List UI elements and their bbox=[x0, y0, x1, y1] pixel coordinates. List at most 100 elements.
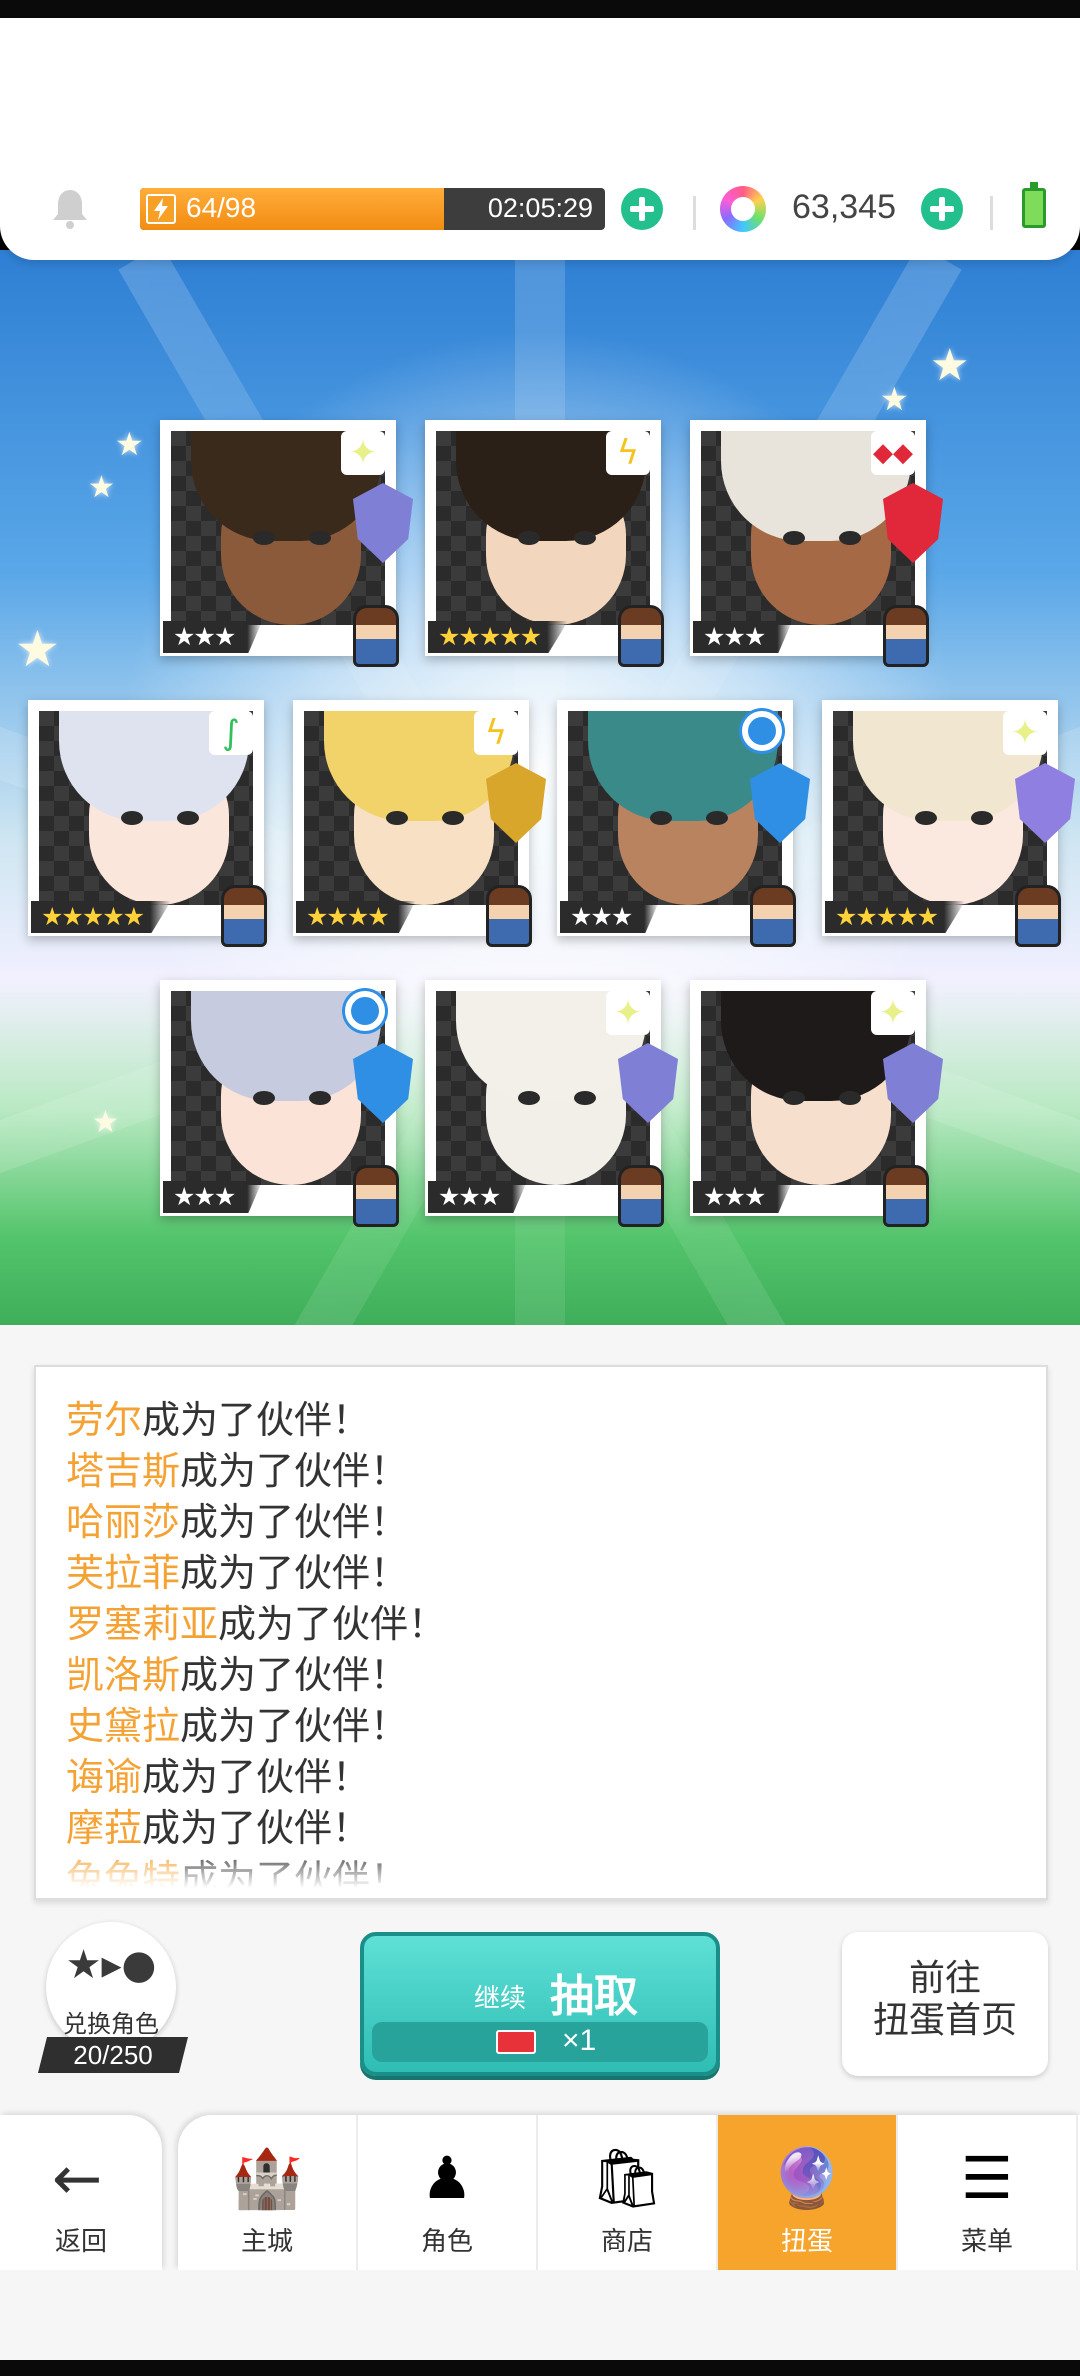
rarity-stars: ★★★ bbox=[560, 901, 660, 933]
gacha-result-area: ★ ★ ★ ★ ★ ★ ✦ ★★★ ϟ ★★★★★ ◆◆ ★★★ ∫ ★★★★★ ϟ ★★★★ ★★… bbox=[0, 250, 1080, 1325]
tab-label: 菜单 bbox=[960, 2227, 1013, 2257]
pixel-sprite bbox=[618, 1165, 664, 1227]
water-element-icon bbox=[345, 991, 385, 1031]
pixel-sprite bbox=[221, 885, 267, 947]
exchange-label: 兑换角色 bbox=[63, 2010, 159, 2038]
log-text: 成为了伙伴！ bbox=[180, 1500, 409, 1544]
bell-icon[interactable] bbox=[48, 186, 92, 230]
log-text: 成为了伙伴！ bbox=[180, 1449, 409, 1493]
character-name: 罗塞莉亚 bbox=[66, 1602, 219, 1646]
log-text: 成为了伙伴！ bbox=[218, 1602, 447, 1646]
portrait-eye bbox=[442, 811, 464, 825]
character-name: 劳尔 bbox=[66, 1398, 143, 1442]
log-text: 成为了伙伴！ bbox=[142, 1398, 371, 1442]
rarity-stars: ★★★★ bbox=[296, 901, 416, 933]
ticket-icon bbox=[496, 2030, 536, 2054]
character-card[interactable]: ✦ ★★★ bbox=[690, 980, 943, 1227]
log-text: 成为了伙伴！ bbox=[142, 1806, 371, 1850]
rarity-stars: ★★★ bbox=[163, 621, 263, 653]
character-card[interactable]: ϟ ★★★★ bbox=[293, 700, 546, 947]
portrait-eye bbox=[309, 531, 331, 545]
light-element-icon: ✦ bbox=[1003, 711, 1047, 755]
character-card[interactable]: ★★★ bbox=[160, 980, 413, 1227]
log-line: 芙拉菲成为了伙伴！ bbox=[66, 1548, 1046, 1599]
add-gems-button[interactable] bbox=[921, 188, 963, 230]
goto-label-line1: 前往 bbox=[908, 1958, 981, 1999]
light-element-icon: ✦ bbox=[341, 431, 385, 475]
tab-label: 主城 bbox=[240, 2227, 293, 2257]
goto-gacha-home-button[interactable]: 前往 扭蛋首页 bbox=[842, 1932, 1048, 2076]
lightning-icon bbox=[146, 194, 176, 224]
tab-castle[interactable]: 🏰 主城 bbox=[178, 2115, 358, 2270]
log-line: 诲谕成为了伙伴！ bbox=[66, 1752, 1046, 1803]
portrait-eye bbox=[783, 1091, 805, 1105]
pull-cost-value: ×1 bbox=[562, 2024, 597, 2057]
stamina-timer: 02:05:29 bbox=[487, 193, 593, 223]
log-line: 哈丽莎成为了伙伴！ bbox=[66, 1497, 1046, 1548]
thunder-element-icon: ϟ bbox=[474, 711, 518, 755]
add-stamina-button[interactable] bbox=[621, 188, 663, 230]
menu-list-icon: ☰ bbox=[961, 2144, 1013, 2212]
back-button[interactable]: ← 返回 bbox=[0, 2115, 162, 2270]
divider bbox=[990, 196, 993, 230]
portrait-eye bbox=[783, 531, 805, 545]
tab-shop-bag[interactable]: 🛍 商店 bbox=[538, 2115, 718, 2270]
exchange-icon: ★▸● bbox=[65, 1942, 157, 1988]
portrait-eye bbox=[518, 1091, 540, 1105]
character-name: 哈丽莎 bbox=[66, 1500, 181, 1544]
portrait-eye bbox=[574, 1091, 596, 1105]
pull-label: 抽取 bbox=[550, 1971, 638, 2022]
log-text: 成为了伙伴！ bbox=[180, 1551, 409, 1595]
portrait-eye bbox=[518, 531, 540, 545]
portrait-eye bbox=[839, 1091, 861, 1105]
portrait-eye bbox=[253, 531, 275, 545]
pixel-sprite bbox=[353, 605, 399, 667]
tab-menu-list[interactable]: ☰ 菜单 bbox=[898, 2115, 1078, 2270]
character-card[interactable]: ✦ ★★★ bbox=[425, 980, 678, 1227]
pixel-sprite bbox=[883, 1165, 929, 1227]
water-element-icon bbox=[742, 711, 782, 751]
rainbow-gem-icon bbox=[720, 186, 766, 232]
rarity-stars: ★★★★★ bbox=[428, 621, 569, 653]
pixel-sprite bbox=[750, 885, 796, 947]
log-line: 凯洛斯成为了伙伴！ bbox=[66, 1650, 1046, 1701]
rarity-stars: ★★★★★ bbox=[825, 901, 966, 933]
rarity-stars: ★★★ bbox=[693, 621, 793, 653]
tab-label: 角色 bbox=[420, 2227, 473, 2257]
portrait-eye bbox=[971, 811, 993, 825]
portrait-eye bbox=[177, 811, 199, 825]
portrait-eye bbox=[121, 811, 143, 825]
character-card[interactable]: ϟ ★★★★★ bbox=[425, 420, 664, 667]
rarity-stars: ★★★★★ bbox=[31, 901, 172, 933]
portrait-eye bbox=[706, 811, 728, 825]
character-card[interactable]: ✦ ★★★★★ bbox=[822, 700, 1075, 947]
character-card[interactable]: ◆◆ ★★★ bbox=[690, 420, 943, 667]
portrait-eye bbox=[839, 531, 861, 545]
pixel-sprite bbox=[883, 605, 929, 667]
character-card[interactable]: ∫ ★★★★★ bbox=[28, 700, 267, 947]
character-name: 史黛拉 bbox=[66, 1704, 181, 1748]
exchange-character-button[interactable]: ★▸● 兑换角色 bbox=[46, 1922, 176, 2052]
log-text: 成为了伙伴！ bbox=[180, 1653, 409, 1697]
rarity-stars: ★★★ bbox=[163, 1181, 263, 1213]
pull-again-button[interactable]: 继续 抽取 ×1 bbox=[360, 1932, 720, 2076]
tab-gacha-orb[interactable]: 🔮 扭蛋 bbox=[718, 2115, 898, 2270]
fire-element-icon: ◆◆ bbox=[871, 431, 915, 475]
pixel-sprite bbox=[353, 1165, 399, 1227]
character-card[interactable]: ★★★ bbox=[557, 700, 810, 947]
castle-icon: 🏰 bbox=[230, 2144, 304, 2212]
log-line: 摩菈成为了伙伴！ bbox=[66, 1803, 1046, 1854]
gacha-orb-icon: 🔮 bbox=[770, 2144, 844, 2212]
pixel-sprite bbox=[618, 605, 664, 667]
gacha-message-log[interactable]: 劳尔成为了伙伴！ 塔吉斯成为了伙伴！ 哈丽莎成为了伙伴！ 芙拉菲成为了伙伴！ 罗塞莉亚成… bbox=[34, 1365, 1048, 1900]
status-strip bbox=[0, 0, 1080, 18]
log-text: 成为了伙伴！ bbox=[142, 1755, 371, 1799]
character-card[interactable]: ✦ ★★★ bbox=[160, 420, 413, 667]
rarity-stars: ★★★ bbox=[693, 1181, 793, 1213]
tab-character[interactable]: ♟ 角色 bbox=[358, 2115, 538, 2270]
main-tabs: 🏰 主城 ♟ 角色 🛍 商店 🔮 扭蛋 ☰ 菜单 bbox=[178, 2115, 1080, 2270]
sparkle-star: ★ bbox=[115, 425, 144, 463]
stamina-value: 64/98 bbox=[186, 192, 257, 223]
wind-element-icon: ∫ bbox=[209, 711, 253, 755]
sparkle-star: ★ bbox=[880, 380, 909, 418]
